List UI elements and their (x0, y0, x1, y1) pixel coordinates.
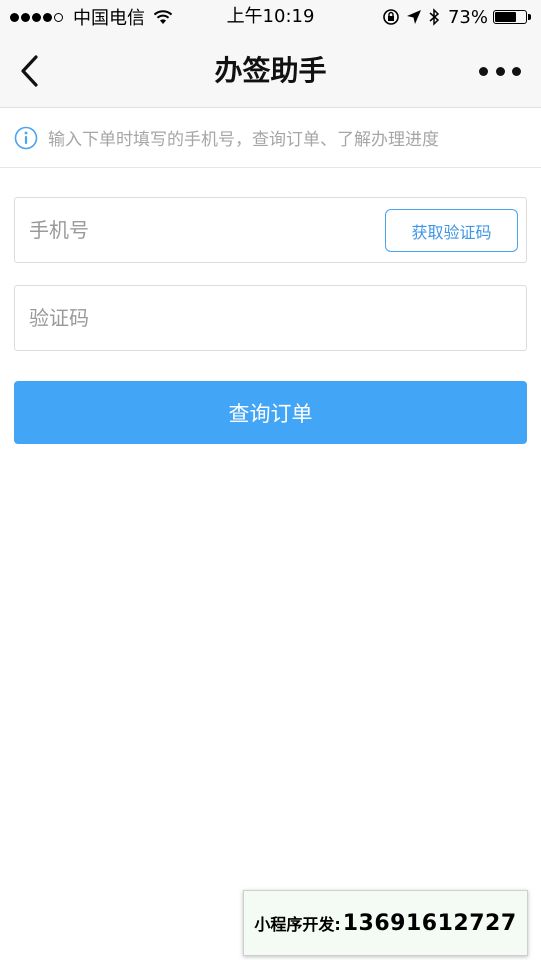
status-bar: 中国电信 上午10:19 73% (0, 0, 541, 34)
nav-bar: 办签助手 (0, 34, 541, 108)
promo-label: 小程序开发: (254, 915, 341, 934)
more-dot (495, 66, 505, 76)
get-code-button[interactable]: 获取验证码 (385, 209, 518, 252)
more-dot (479, 66, 488, 76)
more-dot (512, 66, 521, 76)
rotation-lock-icon (383, 9, 399, 25)
more-button[interactable] (479, 60, 521, 82)
phone-field: 获取验证码 (14, 197, 527, 263)
verification-code-input[interactable] (29, 286, 509, 350)
phone-input[interactable] (29, 198, 379, 262)
battery-fill (495, 12, 517, 22)
battery-tip (528, 14, 531, 20)
status-right: 73% (376, 6, 531, 28)
page-title: 办签助手 (214, 54, 327, 87)
info-text: 输入下单时填写的手机号，查询订单、了解办理进度 (48, 130, 439, 150)
bluetooth-icon (429, 8, 440, 26)
promo-banner: 小程序开发: 13691612727 (243, 890, 528, 956)
battery-percent: 73% (447, 6, 488, 28)
promo-phone-number: 13691612727 (342, 910, 517, 936)
code-field (14, 285, 527, 351)
query-order-button[interactable]: 查询订单 (14, 381, 527, 444)
battery-icon (493, 10, 527, 24)
info-circle-icon (14, 126, 38, 149)
info-hint: 输入下单时填写的手机号，查询订单、了解办理进度 (0, 108, 541, 168)
location-arrow-icon (406, 10, 421, 24)
